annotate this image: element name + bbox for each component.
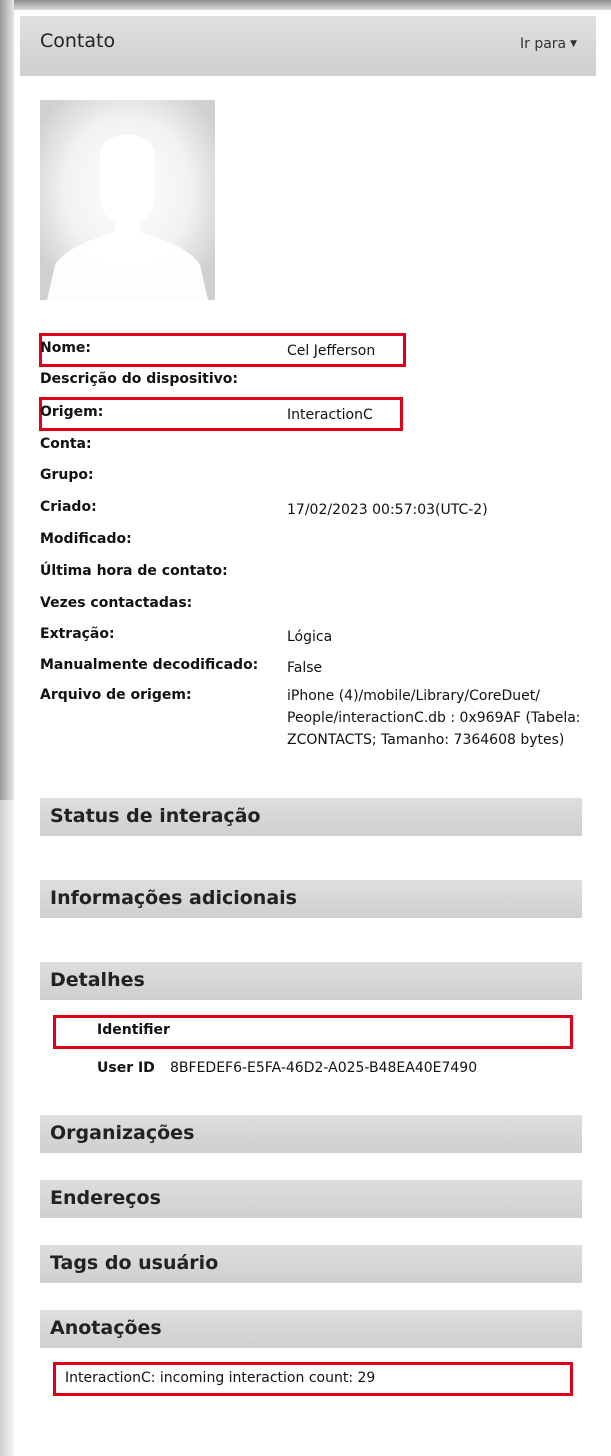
person-silhouette-icon (40, 100, 215, 300)
property-label: Modificado: (40, 531, 132, 547)
property-value: Cel Jefferson (287, 343, 376, 359)
note-text: InteractionC: incoming interaction count… (65, 1370, 376, 1386)
section-user-tags[interactable]: Tags do usuário (40, 1245, 582, 1283)
property-label: Criado: (40, 499, 97, 515)
property-value: Lógica (287, 629, 333, 645)
contact-report-frame: Contato Ir para ▼ Nome: Cel Jefferson Des… (0, 0, 611, 1456)
section-title: Anotações (50, 1317, 162, 1339)
section-title: Informações adicionais (50, 887, 297, 909)
property-label: Arquivo de origem: (40, 687, 192, 703)
goto-dropdown[interactable]: Ir para ▼ (520, 36, 577, 52)
property-label: Grupo: (40, 467, 94, 483)
property-label: Manualmente decodificado: (40, 657, 259, 673)
userid-label: User ID (97, 1060, 155, 1076)
page-title: Contato (40, 30, 116, 52)
section-title: Status de interação (50, 805, 261, 827)
property-label: Última hora de contato: (40, 563, 228, 579)
left-shadow-lower (0, 800, 14, 1456)
goto-label: Ir para (520, 36, 567, 52)
section-additional-info[interactable]: Informações adicionais (40, 880, 582, 918)
section-title: Detalhes (50, 969, 145, 991)
section-addresses[interactable]: Endereços (40, 1180, 582, 1218)
property-label: Nome: (40, 340, 92, 356)
userid-value: 8BFEDEF6-E5FA-46D2-A025-B48EA40E7490 (170, 1060, 478, 1076)
avatar (40, 100, 215, 300)
property-label: Extração: (40, 626, 115, 642)
property-label: Conta: (40, 436, 92, 452)
property-value: False (287, 660, 323, 676)
identifier-label: Identifier (97, 1022, 170, 1038)
section-organizations[interactable]: Organizações (40, 1115, 582, 1153)
section-title: Organizações (50, 1122, 195, 1144)
property-label: Vezes contactadas: (40, 595, 193, 611)
section-title: Endereços (50, 1187, 161, 1209)
source-file-value: iPhone (4)/mobile/Library/CoreDuet/ Peop… (287, 688, 581, 748)
left-shadow (0, 0, 14, 800)
identifier-value (185, 1018, 397, 1044)
section-title: Tags do usuário (50, 1252, 219, 1274)
section-notes[interactable]: Anotações (40, 1310, 582, 1348)
property-label: Origem: (40, 404, 104, 420)
property-label: Descrição do dispositivo: (40, 371, 238, 387)
section-status[interactable]: Status de interação (40, 798, 582, 836)
property-value: InteractionC (287, 407, 373, 423)
property-value: 17/02/2023 00:57:03(UTC-2) (287, 502, 488, 518)
top-shadow (0, 0, 611, 10)
caret-down-icon: ▼ (570, 39, 578, 49)
section-details[interactable]: Detalhes (40, 962, 582, 1000)
